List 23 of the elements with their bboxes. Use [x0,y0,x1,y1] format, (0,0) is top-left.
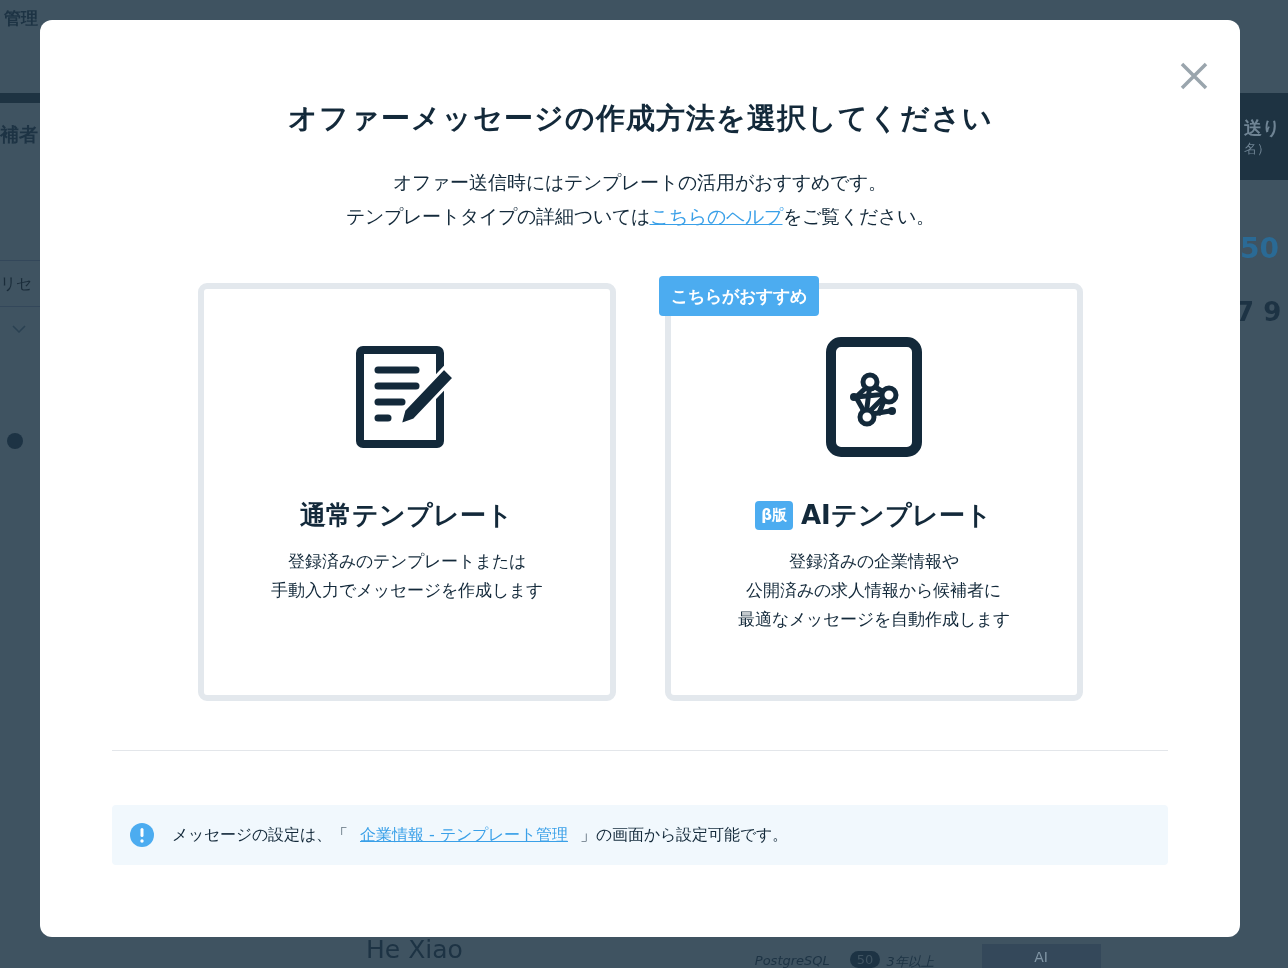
option-description: 手動入力でメッセージを作成します [270,580,543,602]
option-title: AIテンプレート [800,499,992,532]
beta-tag: β版 [755,500,793,530]
option-description: 公開済みの求人情報から候補者に [746,580,1001,602]
panel-title: 送り [1244,115,1280,140]
intro-text: オファー送信時にはテンプレートの活用がおすすめです。 [393,170,887,195]
modal-title: オファーメッセージの作成方法を選択してください [287,100,993,137]
option-description: 最適なメッセージを自動作成します [737,609,1010,631]
close-icon[interactable] [1180,62,1208,90]
option-description: 登録済みのテンプレートまたは [287,551,526,573]
template-option-card[interactable]: 通常テンプレート 登録済みのテンプレートまたは 手動入力でメッセージを作成します [197,283,616,701]
tablet-network-icon [825,337,922,457]
notice-text: メッセージの設定は、「 企業情報 - テンプレート管理 」の画面から設定可能です。 [172,824,788,846]
recommended-badge: こちらがおすすめ [658,276,819,316]
ai-button[interactable]: AI [981,944,1101,968]
help-link[interactable]: こちらのヘルプ [649,205,783,227]
settings-link[interactable]: 企業情報 - テンプレート管理 [360,824,568,844]
info-icon [130,823,154,847]
help-text: テンプレートタイプの詳細ついてはこちらのヘルプをご覧ください。 [345,204,935,229]
option-description: 登録済みの企業情報や [788,551,959,573]
option-title: 通常テンプレート [300,499,513,532]
panel-subtitle: 名） [1244,139,1270,158]
header-bar [0,93,40,103]
